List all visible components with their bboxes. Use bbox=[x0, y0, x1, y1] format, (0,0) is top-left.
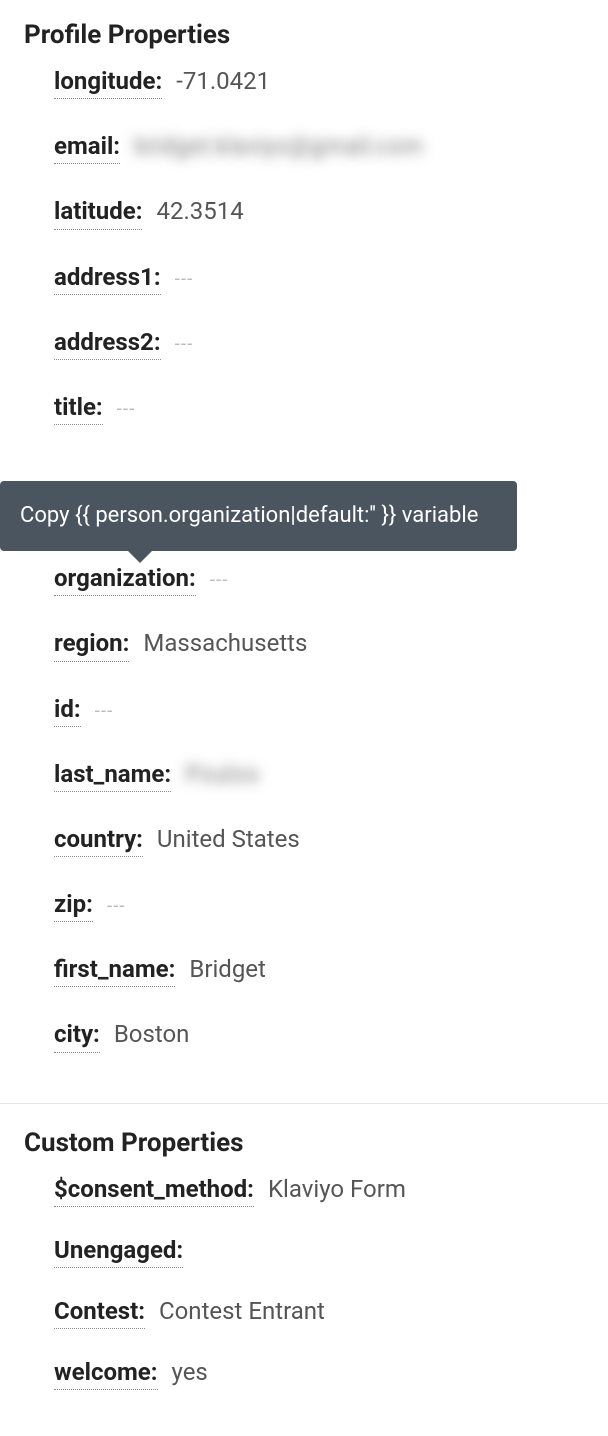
property-row-title: title: --- bbox=[54, 392, 608, 425]
property-row-address2: address2: --- bbox=[54, 327, 608, 360]
property-label-zip[interactable]: zip: bbox=[54, 889, 93, 922]
profile-properties-title: Profile Properties bbox=[0, 0, 608, 66]
property-label-last-name[interactable]: last_name: bbox=[54, 759, 171, 792]
property-row-region: region: Massachusetts bbox=[54, 628, 608, 661]
property-value-title: --- bbox=[117, 397, 136, 422]
property-value-last-name: Poulos bbox=[185, 759, 259, 790]
property-row-organization: Copy {{ person.organization|default:'' }… bbox=[54, 563, 608, 596]
property-value-id: --- bbox=[95, 699, 114, 724]
property-label-id[interactable]: id: bbox=[54, 694, 81, 727]
property-row-zip: zip: --- bbox=[54, 889, 608, 922]
copy-variable-tooltip: Copy {{ person.organization|default:'' }… bbox=[0, 481, 517, 551]
property-label-city[interactable]: city: bbox=[54, 1019, 100, 1052]
property-value-email: bridget.klaviyo@gmail.com bbox=[134, 131, 423, 162]
property-row-unengaged: Unengaged: bbox=[54, 1235, 608, 1268]
property-label-welcome[interactable]: welcome: bbox=[54, 1357, 158, 1390]
property-value-region: Massachusetts bbox=[143, 628, 307, 659]
property-value-latitude: 42.3514 bbox=[156, 196, 243, 227]
property-value-address2: --- bbox=[175, 332, 194, 357]
property-row-latitude: latitude: 42.3514 bbox=[54, 196, 608, 229]
property-value-country: United States bbox=[157, 824, 300, 855]
custom-properties-title: Custom Properties bbox=[0, 1104, 608, 1174]
property-label-latitude[interactable]: latitude: bbox=[54, 196, 142, 229]
property-row-contest: Contest: Contest Entrant bbox=[54, 1296, 608, 1329]
property-row-city: city: Boston bbox=[54, 1019, 608, 1052]
property-value-city: Boston bbox=[114, 1019, 190, 1050]
property-value-contest: Contest Entrant bbox=[159, 1296, 325, 1327]
property-value-address1: --- bbox=[175, 267, 194, 292]
property-label-organization[interactable]: organization: bbox=[54, 563, 196, 596]
custom-properties-section: Custom Properties $consent_method: Klavi… bbox=[0, 1104, 608, 1436]
property-value-welcome: yes bbox=[172, 1357, 208, 1388]
property-value-consent-method: Klaviyo Form bbox=[268, 1174, 406, 1205]
property-label-address2[interactable]: address2: bbox=[54, 327, 161, 360]
property-row-country: country: United States bbox=[54, 824, 608, 857]
property-row-id: id: --- bbox=[54, 694, 608, 727]
property-label-contest[interactable]: Contest: bbox=[54, 1296, 145, 1329]
property-value-zip: --- bbox=[107, 894, 126, 919]
property-label-email[interactable]: email: bbox=[54, 131, 120, 164]
profile-properties-section: Profile Properties longitude: -71.0421 e… bbox=[0, 0, 608, 1103]
profile-properties-list: longitude: -71.0421 email: bridget.klavi… bbox=[0, 66, 608, 1053]
custom-properties-list: $consent_method: Klaviyo Form Unengaged:… bbox=[0, 1174, 608, 1391]
property-row-address1: address1: --- bbox=[54, 262, 608, 295]
property-value-organization: --- bbox=[210, 568, 229, 593]
property-row-welcome: welcome: yes bbox=[54, 1357, 608, 1390]
property-row-longitude: longitude: -71.0421 bbox=[54, 66, 608, 99]
property-label-longitude[interactable]: longitude: bbox=[54, 66, 162, 99]
property-label-first-name[interactable]: first_name: bbox=[54, 954, 175, 987]
property-label-region[interactable]: region: bbox=[54, 628, 129, 661]
property-label-unengaged[interactable]: Unengaged: bbox=[54, 1235, 183, 1268]
property-label-address1[interactable]: address1: bbox=[54, 262, 161, 295]
property-value-first-name: Bridget bbox=[189, 954, 266, 985]
property-row-last-name: last_name: Poulos bbox=[54, 759, 608, 792]
property-row-first-name: first_name: Bridget bbox=[54, 954, 608, 987]
property-label-consent-method[interactable]: $consent_method: bbox=[54, 1174, 254, 1207]
property-row-consent-method: $consent_method: Klaviyo Form bbox=[54, 1174, 608, 1207]
property-label-title[interactable]: title: bbox=[54, 392, 103, 425]
property-row-email: email: bridget.klaviyo@gmail.com bbox=[54, 131, 608, 164]
property-value-longitude: -71.0421 bbox=[176, 66, 270, 97]
property-label-country[interactable]: country: bbox=[54, 824, 143, 857]
